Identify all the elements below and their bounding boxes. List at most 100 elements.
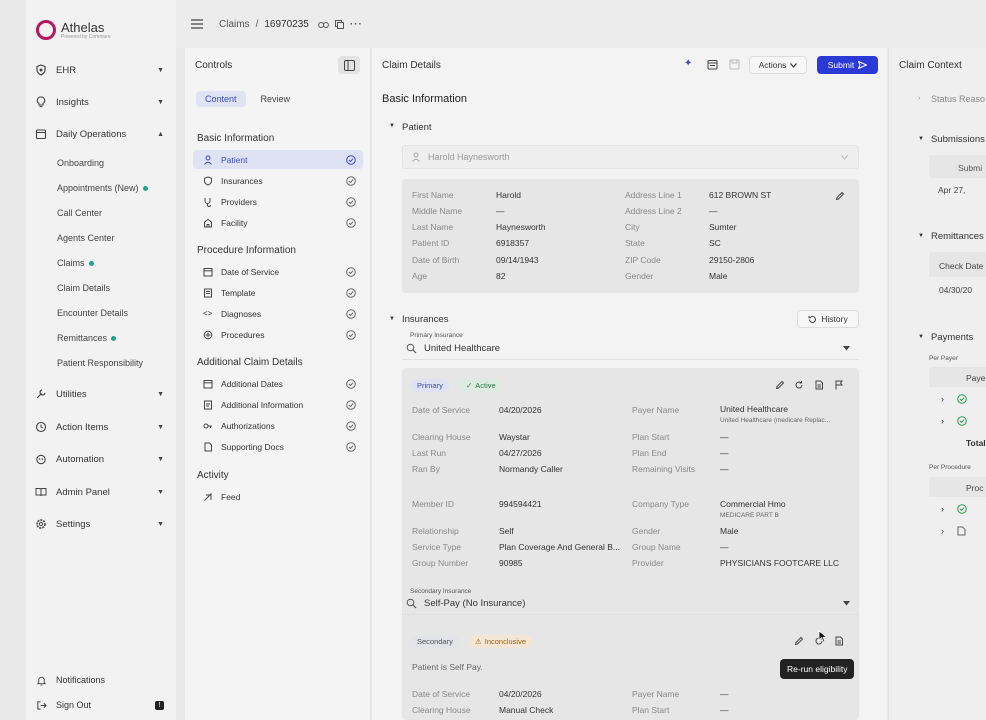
sidebar-subitem-encounter-details[interactable]: Encounter Details: [57, 308, 128, 318]
sidebar-item-utilities[interactable]: Utilities ▼: [34, 385, 164, 403]
group-number-value: 90985: [499, 558, 523, 568]
history-button[interactable]: History: [797, 310, 859, 328]
sidebar-subitem-label: Claims: [57, 258, 85, 268]
chevron-right-icon[interactable]: ›: [918, 95, 920, 102]
inconclusive-status-badge: ⚠ Inconclusive: [469, 635, 533, 648]
sidebar-subitem-remittances[interactable]: Remittances: [57, 333, 117, 343]
procedure-icon: [203, 330, 215, 340]
remittance-row-date[interactable]: 04/30/20: [939, 285, 972, 295]
sign-out-button[interactable]: Sign Out !: [34, 696, 164, 714]
person-icon: [203, 155, 215, 165]
flag-icon[interactable]: [834, 380, 844, 390]
collapse-payments-icon[interactable]: ▼: [918, 334, 924, 340]
control-item-date-of-service[interactable]: Date of Service: [193, 262, 363, 281]
sidebar-subitem-patient-responsibility[interactable]: Patient Responsibility: [57, 358, 143, 368]
submit-button[interactable]: Submit: [817, 56, 878, 74]
collapse-remittances-icon[interactable]: ▼: [918, 233, 924, 239]
expand-row-icon[interactable]: ›: [941, 526, 944, 536]
control-item-feed[interactable]: Feed: [193, 487, 363, 506]
actions-dropdown[interactable]: Actions: [749, 56, 807, 74]
sidebar-item-label: Daily Operations: [56, 128, 127, 140]
more-options-icon[interactable]: ···: [350, 19, 363, 30]
edit-pencil-icon[interactable]: [835, 191, 845, 201]
per-procedure-table: Proc › ›: [929, 477, 986, 543]
copy-icon[interactable]: [334, 20, 344, 29]
patient-select[interactable]: Harold Haynesworth: [402, 145, 859, 169]
patient-section-title: Patient: [402, 122, 432, 133]
sidebar-item-label: Admin Panel: [56, 486, 110, 498]
claim-details-title: Claim Details: [382, 60, 441, 71]
sidebar-subitem-call-center[interactable]: Call Center: [57, 208, 102, 218]
notifications-button[interactable]: Notifications: [34, 671, 164, 689]
field-label: First Name: [412, 190, 454, 200]
sidebar-item-ehr[interactable]: EHR ▼: [34, 61, 164, 79]
tab-review[interactable]: Review: [252, 91, 300, 107]
sidebar-subitem-claim-details[interactable]: Claim Details: [57, 283, 110, 293]
sidebar-item-automation[interactable]: Automation ▼: [34, 450, 164, 468]
control-item-insurances[interactable]: Insurances: [193, 171, 363, 190]
collapse-patient-icon[interactable]: ▼: [389, 123, 395, 129]
control-item-providers[interactable]: Providers: [193, 192, 363, 211]
sidebar-item-insights[interactable]: Insights ▼: [34, 93, 164, 111]
patient-info-card: First Name Harold Middle Name — Last Nam…: [402, 179, 859, 293]
feedback-icon[interactable]: !: [155, 700, 164, 710]
edit-pencil-icon[interactable]: [794, 636, 804, 646]
document-icon[interactable]: [834, 636, 844, 646]
field-label: Group Number: [412, 558, 469, 568]
edit-pencil-icon[interactable]: [775, 380, 785, 390]
control-item-procedures[interactable]: Procedures: [193, 325, 363, 344]
sidebar-item-settings[interactable]: Settings ▼: [34, 515, 164, 533]
submissions-row-date[interactable]: Apr 27,: [938, 185, 965, 195]
claim-context-panel: Claim Context › Status Reaso ▼ Submissio…: [888, 48, 986, 720]
control-item-diagnoses[interactable]: <> Diagnoses: [193, 304, 363, 323]
expand-row-icon[interactable]: ›: [941, 416, 944, 426]
clearing-house-value: Manual Check: [499, 705, 554, 715]
expand-row-icon[interactable]: ›: [941, 504, 944, 514]
sidebar-item-label: EHR: [56, 64, 77, 76]
company-type-value: Commercial Hmo: [720, 499, 786, 509]
active-label: Active: [475, 381, 496, 390]
control-item-authorizations[interactable]: Authorizations: [193, 416, 363, 435]
sparkle-icon[interactable]: ✦: [684, 58, 692, 69]
collapse-insurances-icon[interactable]: ▼: [389, 316, 395, 322]
control-item-template[interactable]: Template: [193, 283, 363, 302]
primary-tag: Primary: [411, 379, 449, 392]
sidebar-item-daily-operations[interactable]: Daily Operations ▲: [34, 125, 164, 143]
brand-logo[interactable]: Athelas Powered by Commure: [36, 20, 111, 40]
control-item-additional-information[interactable]: Additional Information: [193, 395, 363, 414]
link-icon[interactable]: [317, 21, 329, 29]
collapse-panel-icon[interactable]: [338, 56, 360, 74]
plan-start-value: —: [720, 705, 729, 715]
sidebar-subitem-onboarding[interactable]: Onboarding: [57, 158, 104, 168]
secondary-insurance-select[interactable]: Self-Pay (No Insurance): [402, 593, 859, 615]
collapse-submissions-icon[interactable]: ▼: [918, 136, 924, 142]
save-icon[interactable]: [729, 59, 740, 70]
top-bar: Claims / 16970235 ···: [176, 0, 986, 48]
control-item-additional-dates[interactable]: Additional Dates: [193, 374, 363, 393]
shield-icon: [203, 175, 215, 186]
control-item-supporting-docs[interactable]: Supporting Docs: [193, 437, 363, 456]
sidebar-subitem-claims[interactable]: Claims: [57, 258, 94, 268]
sidebar-item-label: Action Items: [56, 421, 109, 433]
template-icon: [203, 288, 215, 298]
primary-insurance-select[interactable]: United Healthcare: [402, 338, 859, 360]
self-pay-note: Patient is Self Pay.: [412, 662, 483, 672]
refresh-icon[interactable]: [794, 380, 804, 390]
expand-row-icon[interactable]: ›: [941, 394, 944, 404]
sidebar-subitem-agents-center[interactable]: Agents Center: [57, 233, 115, 243]
control-item-facility[interactable]: Facility: [193, 213, 363, 232]
sidebar-item-action-items[interactable]: Action Items ▼: [34, 418, 164, 436]
sidebar-subitem-appointments[interactable]: Appointments (New): [57, 183, 148, 193]
document-icon[interactable]: [814, 380, 824, 390]
section-title: Activity: [197, 470, 229, 481]
chevron-up-icon: ▲: [157, 130, 164, 138]
bell-icon: [34, 673, 48, 687]
field-label: Gender: [625, 271, 654, 281]
calendar-icon[interactable]: [707, 59, 718, 70]
field-label: Date of Service: [412, 405, 471, 415]
control-item-patient[interactable]: Patient: [193, 150, 363, 169]
tab-content[interactable]: Content: [196, 91, 246, 107]
sidebar-item-admin-panel[interactable]: Admin Panel ▼: [34, 483, 164, 501]
menu-icon[interactable]: [191, 19, 203, 29]
breadcrumb-claims[interactable]: Claims: [219, 19, 250, 30]
